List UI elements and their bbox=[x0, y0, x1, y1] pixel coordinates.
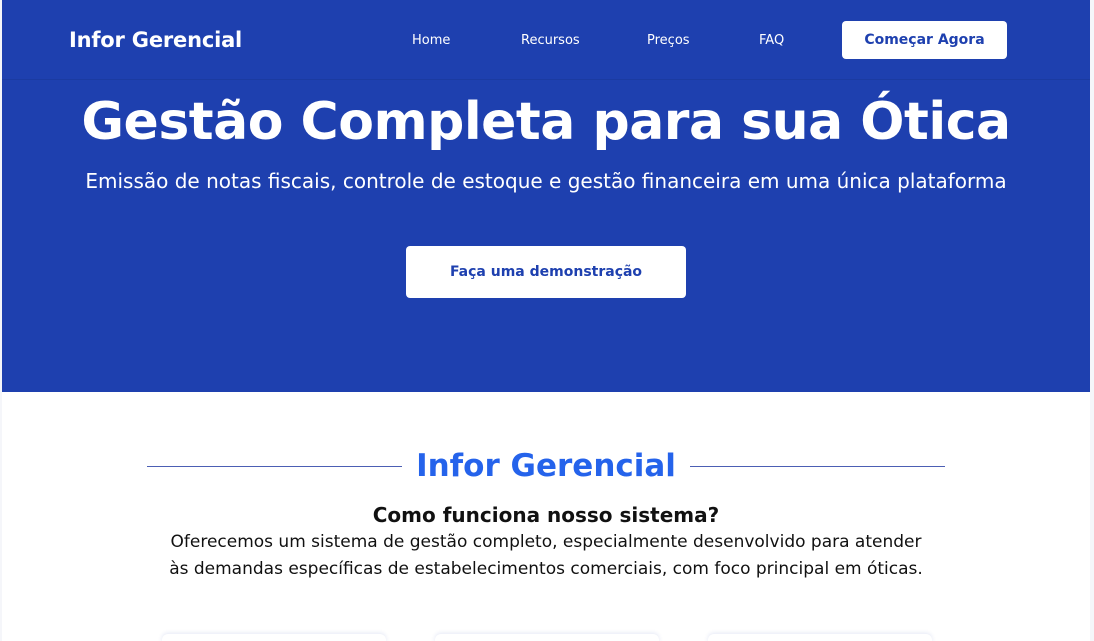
comecar-agora-button[interactable]: Começar Agora bbox=[842, 21, 1007, 59]
nav-link-home[interactable]: Home bbox=[412, 33, 450, 48]
nav-link-precos[interactable]: Preços bbox=[647, 33, 690, 48]
hero-section: Infor Gerencial Home Recursos Preços FAQ… bbox=[2, 0, 1090, 392]
nav-link-faq[interactable]: FAQ bbox=[759, 33, 784, 48]
hero-subtitle: Emissão de notas fiscais, controle de es… bbox=[85, 169, 1007, 193]
section-header: Infor Gerencial bbox=[147, 446, 945, 486]
page: Infor Gerencial Home Recursos Preços FAQ… bbox=[2, 0, 1090, 641]
section-description: Oferecemos um sistema de gestão completo… bbox=[169, 532, 923, 579]
brand-logo[interactable]: Infor Gerencial bbox=[69, 28, 242, 52]
section-title: Infor Gerencial bbox=[416, 448, 676, 484]
divider-right bbox=[689, 465, 945, 467]
nav-link-recursos[interactable]: Recursos bbox=[521, 33, 580, 48]
feature-card bbox=[435, 634, 659, 641]
navbar: Infor Gerencial Home Recursos Preços FAQ… bbox=[2, 0, 1090, 80]
demo-button[interactable]: Faça uma demonstração bbox=[406, 246, 686, 298]
divider-left bbox=[147, 465, 403, 467]
feature-card bbox=[162, 634, 386, 641]
feature-card bbox=[708, 634, 932, 641]
section-question: Como funciona nosso sistema? bbox=[372, 503, 720, 527]
hero-title: Gestão Completa para sua Ótica bbox=[81, 92, 1011, 152]
